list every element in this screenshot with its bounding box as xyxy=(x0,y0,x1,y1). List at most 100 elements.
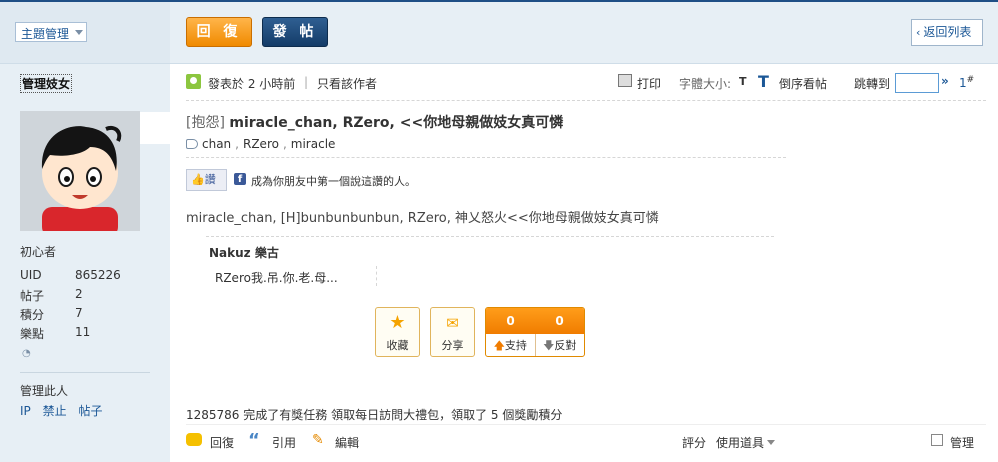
online-status-icon: ◔ xyxy=(22,348,31,359)
user-stats: UID 865226 帖子 2 積分 7 樂點 11 xyxy=(20,268,150,344)
user-rank: 初心者 xyxy=(20,245,57,259)
rate-link[interactable]: 評分 xyxy=(682,434,706,451)
reply-button[interactable]: 回 復 xyxy=(186,17,252,47)
vote-counts: 0 0 xyxy=(486,308,584,334)
tag-icon xyxy=(186,139,198,149)
reply-icon[interactable] xyxy=(186,433,202,446)
tag-link[interactable]: chan xyxy=(202,137,231,151)
only-author-link[interactable]: 只看該作者 xyxy=(317,75,377,92)
support-button[interactable]: 🡅支持 xyxy=(486,334,536,356)
envelope-icon: ✉ xyxy=(446,314,459,332)
back-to-list-label: 返回列表 xyxy=(923,25,972,39)
use-tools-dropdown[interactable]: 使用道具 xyxy=(716,434,764,451)
new-post-button[interactable]: 發 帖 xyxy=(262,17,328,47)
divider xyxy=(186,424,986,425)
vote-buttons: 🡅支持 🡇反對 xyxy=(486,334,585,356)
task-notice: 1285786 完成了有獎任務 領取每日訪問大禮包，領取了 5 個獎勵積分 xyxy=(186,408,563,422)
stat-value: 11 xyxy=(75,325,91,339)
jump-to-input[interactable] xyxy=(895,73,939,93)
support-count: 0 xyxy=(506,314,515,328)
post-title: [抱怨] miracle_chan, RZero, <<你地母親做妓女真可憐 xyxy=(186,112,563,132)
avatar[interactable] xyxy=(20,111,140,231)
user-online-icon xyxy=(186,74,201,89)
stat-value[interactable]: 2 xyxy=(75,287,83,306)
chevron-left-icon: ‹ xyxy=(916,26,921,39)
vote-widget: 0 0 🡅支持 🡇反對 xyxy=(485,307,585,357)
share-label: 分享 xyxy=(441,339,464,352)
post-tags: chan, RZero, miracle xyxy=(186,137,335,151)
manage-user-title: 管理此人 xyxy=(20,384,69,398)
stat-label: 積分 xyxy=(20,308,45,322)
share-button[interactable]: ✉ 分享 xyxy=(430,307,475,357)
pencil-icon[interactable]: ✎ xyxy=(312,432,324,448)
tag-link[interactable]: miracle xyxy=(291,137,336,151)
font-large-button[interactable]: T xyxy=(758,72,769,91)
tag-separator: , xyxy=(282,137,287,151)
floor-number[interactable]: 1# xyxy=(959,75,974,90)
like-button[interactable]: 👍讚 xyxy=(186,169,227,191)
stat-row-coins: 樂點 11 xyxy=(20,325,150,344)
posted-time: 發表於 2 小時前 xyxy=(208,77,296,91)
favorite-button[interactable]: ★ 收藏 xyxy=(375,307,420,357)
oppose-button[interactable]: 🡇反對 xyxy=(536,334,585,356)
manage-label: 管理 xyxy=(950,436,975,450)
topic-manage-select[interactable]: 主題管理 xyxy=(15,22,87,42)
stat-row-uid: UID 865226 xyxy=(20,268,150,287)
floor-number-value: 1 xyxy=(959,76,967,90)
avatar-image xyxy=(20,111,140,231)
stat-value: 7 xyxy=(75,306,83,320)
stat-row-points: 積分 7 xyxy=(20,306,150,325)
stat-label: UID xyxy=(20,268,42,282)
floor-mark: # xyxy=(966,75,975,85)
stat-row-posts: 帖子 2 xyxy=(20,287,150,306)
oppose-label: 反對 xyxy=(554,339,577,352)
topic-manage-label: 主題管理 xyxy=(21,27,70,41)
like-label: 讚 xyxy=(204,173,216,186)
star-icon: ★ xyxy=(389,312,406,333)
reply-link[interactable]: 回復 xyxy=(210,434,234,451)
stat-value[interactable]: 865226 xyxy=(75,268,121,287)
favorite-label: 收藏 xyxy=(386,339,409,352)
reply-separator xyxy=(376,266,377,286)
quote-link[interactable]: 引用 xyxy=(272,434,296,451)
stat-label: 樂點 xyxy=(20,327,45,341)
sidebar-divider xyxy=(20,372,150,373)
meta-separator: | xyxy=(304,75,309,89)
printer-icon[interactable] xyxy=(618,74,632,87)
back-to-list-button[interactable]: ‹ 返回列表 xyxy=(911,19,983,46)
manage-ban-link[interactable]: 禁止 xyxy=(43,404,67,418)
tag-separator: , xyxy=(235,137,239,151)
post-title-text: miracle_chan, RZero, <<你地母親做妓女真可憐 xyxy=(229,115,564,131)
divider xyxy=(186,157,786,158)
chevron-down-icon xyxy=(75,30,83,35)
jump-to-label: 跳轉到 xyxy=(854,77,891,91)
jump-go-button[interactable]: » xyxy=(941,74,949,88)
manage-checkbox[interactable] xyxy=(931,434,943,446)
quote-icon[interactable]: “ xyxy=(248,430,260,451)
reverse-order-link[interactable]: 倒序看帖 xyxy=(779,75,827,92)
manage-ip-link[interactable]: IP xyxy=(20,404,31,418)
chevron-down-icon[interactable] xyxy=(767,440,775,445)
font-small-button[interactable]: T xyxy=(739,75,747,88)
divider xyxy=(186,100,986,101)
stat-label: 帖子 xyxy=(20,289,45,303)
print-link[interactable]: 打印 xyxy=(637,75,661,92)
font-size-label: 字體大小: xyxy=(679,77,732,91)
manage-posts-link[interactable]: 帖子 xyxy=(78,404,102,418)
reply-author[interactable]: Nakuz 樂古 xyxy=(209,244,279,261)
oppose-count: 0 xyxy=(555,314,564,328)
manage-user-links: IP 禁止 帖子 xyxy=(20,402,110,419)
post-meta-bar: 發表於 2 小時前 | 只看該作者 打印 字體大小: T T 倒序看帖 跳轉到 … xyxy=(186,72,986,93)
post-actions-bar: 回復 “ 引用 ✎ 編輯 評分 使用道具 管理 xyxy=(186,430,986,452)
arrow-down-icon: 🡇 xyxy=(543,339,555,352)
arrow-up-icon: 🡅 xyxy=(493,339,505,352)
divider xyxy=(206,236,774,237)
avatar-pointer xyxy=(140,112,170,144)
post-category-tag[interactable]: [抱怨] xyxy=(186,115,225,131)
author-username[interactable]: 管理妓女 xyxy=(20,74,73,93)
tag-link[interactable]: RZero xyxy=(243,137,279,151)
support-label: 支持 xyxy=(504,339,527,352)
edit-link[interactable]: 編輯 xyxy=(335,434,359,451)
reply-content: RZero我.吊.你.老.母... xyxy=(215,271,338,285)
thumbs-up-icon: 👍 xyxy=(191,173,205,186)
